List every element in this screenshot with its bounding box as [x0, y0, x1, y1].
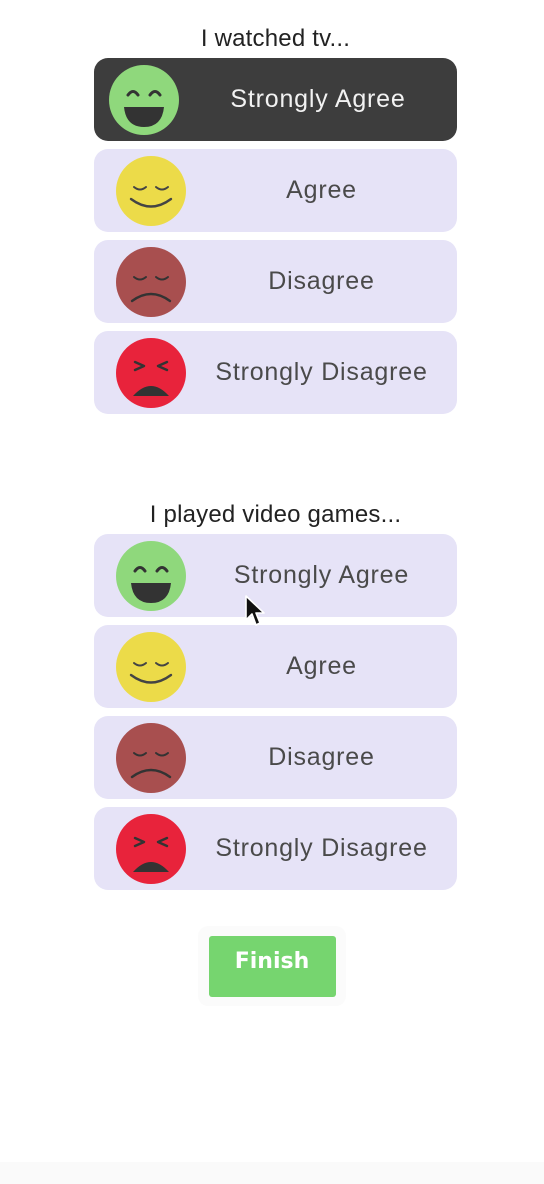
angry-face-icon [116, 813, 186, 884]
question-1: I watched tv... Strongly Agree Agree Dis… [94, 22, 457, 414]
smiling-face-icon [116, 155, 186, 226]
angry-face-icon [116, 337, 186, 408]
mouse-pointer-icon [245, 595, 265, 626]
option-strongly-disagree[interactable]: Strongly Disagree [94, 807, 457, 890]
option-agree[interactable]: Agree [94, 625, 457, 708]
finish-container: Finish [198, 926, 346, 1006]
option-label: Agree [286, 652, 357, 680]
very-happy-face-icon [116, 540, 186, 611]
option-label: Disagree [268, 267, 375, 295]
option-label: Disagree [268, 743, 375, 771]
option-strongly-disagree[interactable]: Strongly Disagree [94, 331, 457, 414]
answer-options: Strongly Agree Agree Disagree Strongly D… [94, 534, 457, 890]
question-title: I played video games... [149, 501, 402, 528]
smiling-face-icon [116, 631, 186, 702]
option-strongly-agree[interactable]: Strongly Agree [94, 534, 457, 617]
frowning-face-icon [116, 722, 186, 793]
survey-page: I watched tv... Strongly Agree Agree Dis… [0, 0, 544, 1184]
question-title: I watched tv... [200, 25, 351, 52]
option-label: Strongly Disagree [215, 358, 428, 386]
finish-button[interactable]: Finish [208, 935, 336, 997]
option-label: Strongly Agree [230, 85, 406, 113]
very-happy-face-icon [109, 64, 179, 135]
answer-options: Strongly Agree Agree Disagree Strongly D… [94, 58, 457, 414]
option-label: Strongly Agree [233, 561, 410, 589]
option-disagree[interactable]: Disagree [94, 240, 457, 323]
frowning-face-icon [116, 246, 186, 317]
option-strongly-agree[interactable]: Strongly Agree [94, 58, 457, 141]
option-label: Agree [286, 176, 357, 204]
option-disagree[interactable]: Disagree [94, 716, 457, 799]
bottom-band [0, 1162, 544, 1184]
option-agree[interactable]: Agree [94, 149, 457, 232]
question-2: I played video games... Strongly Agree A… [94, 498, 457, 890]
option-label: Strongly Disagree [215, 834, 428, 862]
